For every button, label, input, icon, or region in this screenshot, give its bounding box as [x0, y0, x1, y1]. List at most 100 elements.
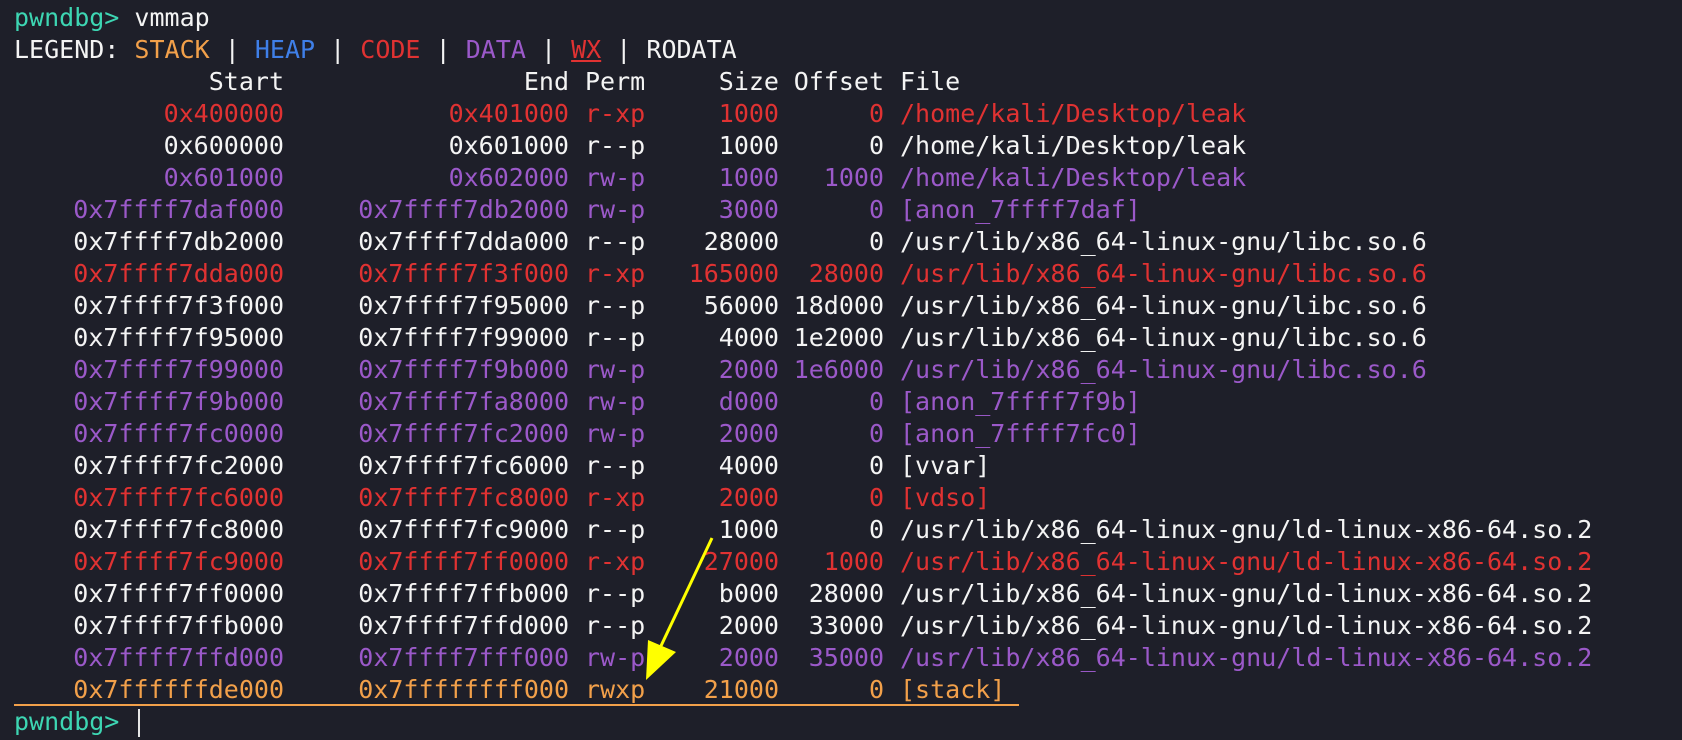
row-file: /usr/lib/x86_64-linux-gnu/ld-linux-x86-6… — [900, 515, 1593, 544]
legend-separator: | — [224, 35, 240, 64]
row-permissions: rw-p — [585, 195, 646, 224]
table-row: 0x601000 0x602000 rw-p 1000 1000/home/kali/D… — [14, 162, 1674, 194]
table-row: 0x7ffffffde000 0x7ffffffff000 rwxp 21000 0 [s… — [14, 674, 1674, 706]
legend-separator: | — [540, 35, 557, 64]
row-permissions: r-xp — [585, 99, 646, 128]
row-offset: 28000 — [808, 579, 884, 608]
table-row: 0x7ffff7db2000 0x7ffff7dda000 r--p 28000 0/u… — [14, 226, 1674, 258]
table-row: 0x7ffff7fc9000 0x7ffff7ff0000 r-xp 27000 100… — [14, 546, 1674, 578]
row-permissions: r--p — [585, 451, 646, 480]
row-end-address: 0x7ffff7fa8000 — [358, 387, 569, 416]
row-end-address: 0x7ffffffff000 — [358, 675, 569, 704]
row-size: 165000 — [688, 259, 779, 288]
row-file: /usr/lib/x86_64-linux-gnu/ld-linux-x86-6… — [900, 611, 1593, 640]
row-offset: 0 — [868, 483, 884, 512]
row-offset: 35000 — [808, 643, 884, 672]
row-start-address: 0x7ffff7f95000 — [73, 323, 284, 352]
header-start: Start — [208, 67, 284, 96]
table-header: Start End Perm Size Offset File — [14, 66, 1674, 98]
table-row: 0x7ffff7ff0000 0x7ffff7ffb000 r--p b000 2800… — [14, 578, 1674, 610]
row-end-address: 0x7ffff7fc6000 — [358, 451, 569, 480]
row-size: 1000 — [718, 99, 779, 128]
row-permissions: r-xp — [585, 259, 646, 288]
row-file: /usr/lib/x86_64-linux-gnu/ld-linux-x86-6… — [900, 547, 1593, 576]
row-offset: 1000 — [823, 163, 884, 192]
row-file: /home/kali/Desktop/leak — [900, 99, 1247, 128]
legend-data: DATA — [465, 35, 526, 64]
row-end-address: 0x401000 — [448, 99, 569, 128]
row-offset: 28000 — [808, 259, 884, 288]
row-end-address: 0x7ffff7db2000 — [358, 195, 569, 224]
row-permissions: rw-p — [585, 419, 646, 448]
row-start-address: 0x601000 — [163, 163, 284, 192]
table-row: 0x7ffff7ffb000 0x7ffff7ffd000 r--p 2000 3300… — [14, 610, 1674, 642]
row-file: /usr/lib/x86_64-linux-gnu/libc.so.6 — [900, 355, 1427, 384]
row-size: 4000 — [718, 323, 779, 352]
row-permissions: rw-p — [585, 355, 646, 384]
row-end-address: 0x7ffff7fc9000 — [358, 515, 569, 544]
table-row: 0x600000 0x601000 r--p 1000 0/home/kali/Desk… — [14, 130, 1674, 162]
row-start-address: 0x7ffff7fc6000 — [73, 483, 284, 512]
row-end-address: 0x7ffff7dda000 — [358, 227, 569, 256]
legend-rodata: RODATA — [646, 35, 737, 64]
legend-heap: HEAP — [254, 35, 316, 64]
row-file: [anon_7ffff7daf] — [900, 195, 1141, 224]
row-file: /usr/lib/x86_64-linux-gnu/ld-linux-x86-6… — [900, 643, 1593, 672]
table-row: 0x7ffff7f99000 0x7ffff7f9b000 rw-p 2000 1e60… — [14, 354, 1674, 386]
legend-stack: STACK — [134, 35, 210, 64]
table-row: 0x400000 0x401000 r-xp 1000 0/home/kali/Desk… — [14, 98, 1674, 130]
legend-label: LEGEND: — [14, 35, 120, 64]
row-offset: 18d000 — [793, 291, 884, 320]
row-start-address: 0x7ffff7dda000 — [73, 259, 284, 288]
row-offset: 0 — [868, 419, 884, 448]
table-row: 0x7ffff7ffd000 0x7ffff7fff000 rw-p 2000 3500… — [14, 642, 1674, 674]
row-end-address: 0x7ffff7ffb000 — [358, 579, 569, 608]
legend-separator: | — [435, 35, 451, 64]
header-end: End — [523, 67, 569, 96]
header-file: File — [900, 67, 961, 96]
row-end-address: 0x602000 — [448, 163, 569, 192]
row-size: 56000 — [703, 291, 779, 320]
row-file: /usr/lib/x86_64-linux-gnu/libc.so.6 — [900, 291, 1427, 320]
row-offset: 1000 — [823, 547, 884, 576]
row-permissions: rw-p — [585, 163, 646, 192]
legend-separator: | — [616, 35, 632, 64]
table-row: 0x7ffff7fc6000 0x7ffff7fc8000 r-xp 2000 0 [vd… — [14, 482, 1674, 514]
row-size: 2000 — [718, 611, 779, 640]
row-size: d000 — [718, 387, 779, 416]
row-size: 2000 — [718, 419, 779, 448]
row-end-address: 0x7ffff7fc2000 — [358, 419, 569, 448]
row-offset: 33000 — [808, 611, 884, 640]
table-row: 0x7ffff7f95000 0x7ffff7f99000 r--p 4000 1e20… — [14, 322, 1674, 354]
command-text: vmmap — [134, 3, 210, 32]
row-offset: 0 — [868, 227, 884, 256]
row-size: 21000 — [703, 675, 779, 704]
row-offset: 1e2000 — [793, 323, 884, 352]
row-size: 1000 — [718, 515, 779, 544]
row-permissions: r--p — [585, 611, 646, 640]
row-permissions: r--p — [585, 579, 646, 608]
row-permissions: r--p — [585, 323, 646, 352]
row-file: /usr/lib/x86_64-linux-gnu/libc.so.6 — [900, 227, 1427, 256]
row-permissions: r-xp — [585, 483, 646, 512]
row-size: 1000 — [718, 131, 779, 160]
row-size: 28000 — [703, 227, 779, 256]
row-start-address: 0x7ffff7fc0000 — [73, 419, 284, 448]
row-offset: 0 — [868, 99, 884, 128]
stack-row-underline — [14, 704, 1019, 706]
header-offset: Offset — [793, 67, 884, 96]
row-end-address: 0x7ffff7ff0000 — [358, 547, 569, 576]
row-size: b000 — [718, 579, 779, 608]
row-start-address: 0x7ffff7f3f000 — [73, 291, 284, 320]
table-row: 0x7ffff7fc2000 0x7ffff7fc6000 r--p 4000 0 [vv… — [14, 450, 1674, 482]
row-start-address: 0x7ffff7fc9000 — [73, 547, 284, 576]
row-file: [stack] — [900, 675, 1006, 704]
row-end-address: 0x7ffff7fff000 — [358, 643, 569, 672]
table-row: 0x7ffff7f3f000 0x7ffff7f95000 r--p 56000 18d… — [14, 290, 1674, 322]
row-start-address: 0x600000 — [163, 131, 284, 160]
row-offset: 0 — [868, 675, 884, 704]
table-row: 0x7ffff7fc8000 0x7ffff7fc9000 r--p 1000 0/us… — [14, 514, 1674, 546]
final-prompt-line[interactable]: pwndbg> — [14, 706, 1674, 738]
row-offset: 0 — [868, 451, 884, 480]
row-start-address: 0x7ffff7f9b000 — [73, 387, 284, 416]
